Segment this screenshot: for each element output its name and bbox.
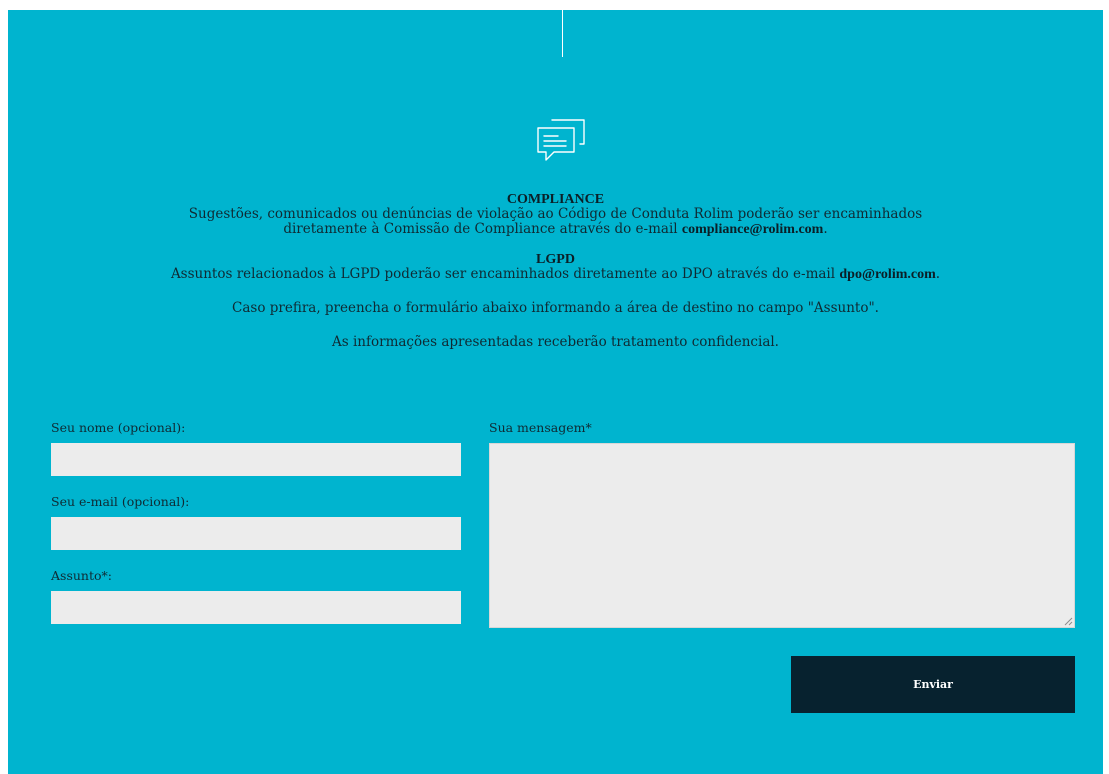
name-label: Seu nome (opcional): xyxy=(51,420,186,435)
lgpd-text: Assuntos relacionados à LGPD poderão ser… xyxy=(170,266,836,282)
compliance-email-link[interactable]: compliance@rolim.com xyxy=(682,222,823,237)
compliance-heading: COMPLIANCE xyxy=(506,192,605,207)
subject-label: Assunto*: xyxy=(51,568,112,583)
lgpd-heading: LGPD xyxy=(536,252,575,267)
dpo-email-link[interactable]: dpo@rolim.com xyxy=(839,267,935,282)
chat-bubbles-icon xyxy=(537,119,585,161)
compliance-period: . xyxy=(823,221,828,237)
email-label: Seu e-mail (opcional): xyxy=(51,494,190,509)
confidential-note: As informações apresentadas receberão tr… xyxy=(332,334,779,350)
compliance-block: COMPLIANCE Sugestões, comunicados ou den… xyxy=(148,192,963,237)
resize-grip-icon[interactable] xyxy=(1063,616,1073,626)
message-label: Sua mensagem* xyxy=(489,420,592,435)
lgpd-period: . xyxy=(935,266,941,282)
compliance-description: Sugestões, comunicados ou denúncias de v… xyxy=(148,207,963,238)
lgpd-description: Assuntos relacionados à LGPD poderão ser… xyxy=(148,266,963,283)
send-button[interactable]: Enviar xyxy=(791,656,1075,713)
contact-panel: COMPLIANCE Sugestões, comunicados ou den… xyxy=(8,0,1103,774)
lgpd-block: LGPD Assuntos relacionados à LGPD poderã… xyxy=(148,252,963,282)
subject-input[interactable] xyxy=(51,591,461,624)
message-textarea[interactable] xyxy=(489,443,1075,628)
divider-line xyxy=(562,0,563,57)
name-input[interactable] xyxy=(51,443,461,476)
intro-text: COMPLIANCE Sugestões, comunicados ou den… xyxy=(148,192,963,350)
form-instruction: Caso prefira, preencha o formulário abai… xyxy=(232,300,879,316)
email-input[interactable] xyxy=(51,517,461,550)
